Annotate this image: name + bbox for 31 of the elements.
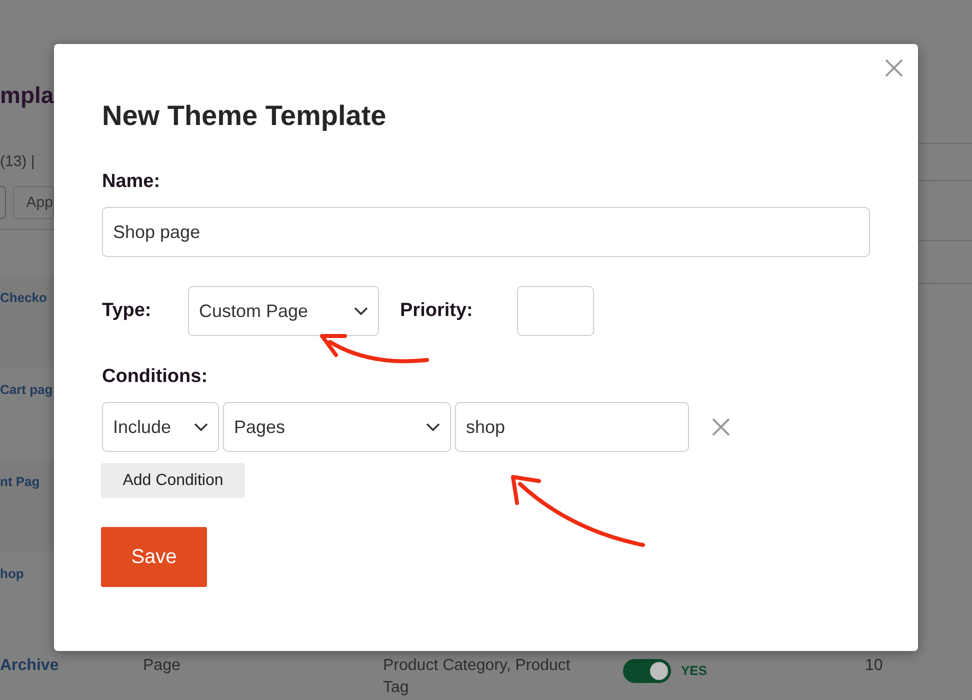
dialog-title: New Theme Template <box>102 99 388 133</box>
priority-field[interactable] <box>517 286 594 336</box>
toggle-switch[interactable] <box>623 659 671 683</box>
template-link[interactable]: hop <box>0 551 54 585</box>
field-label: Name: <box>102 170 162 194</box>
close-icon <box>885 59 903 77</box>
table-cell-text: 10 <box>865 656 883 676</box>
mode-dropdown[interactable]: Include <box>102 402 219 452</box>
field-label: Type: <box>102 298 152 323</box>
template-link[interactable]: Archive <box>0 655 143 677</box>
template-link[interactable]: Cart pag <box>0 367 54 401</box>
save-button[interactable]: Save <box>101 527 207 587</box>
table-cell-text: Product Category, Product Tag <box>383 656 572 698</box>
add-condition-button[interactable]: Add Condition <box>101 463 245 498</box>
table-cell-text: Page <box>143 656 182 676</box>
page-title: mpla <box>0 81 54 110</box>
remove-condition-button[interactable] <box>711 417 731 437</box>
field-label: Priority: <box>400 298 474 323</box>
name-field[interactable]: Shop page <box>102 207 870 257</box>
type-dropdown[interactable]: Custom Page <box>188 286 379 336</box>
template-count: (13) | <box>0 152 36 172</box>
chevron-icon <box>426 422 440 432</box>
field-label: Conditions: <box>102 365 209 389</box>
chevron-icon <box>194 422 208 432</box>
condition-value-field[interactable]: shop <box>455 402 689 452</box>
close-button[interactable] <box>884 58 904 78</box>
status-label: YES <box>681 662 708 680</box>
chevron-icon <box>354 306 368 316</box>
close-icon <box>712 418 730 436</box>
filter-button[interactable] <box>0 186 6 219</box>
target-dropdown[interactable]: Pages <box>223 402 451 452</box>
